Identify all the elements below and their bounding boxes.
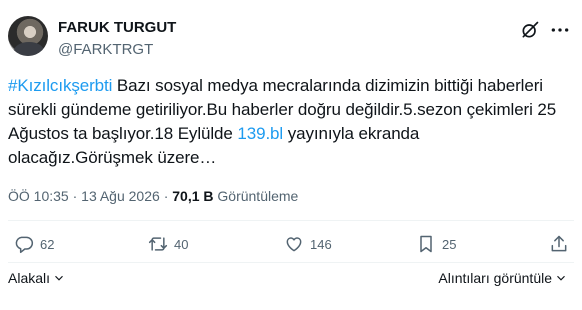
tweet-text: #Kızılcıkşerbti Bazı sosyal medya mecral… [8,74,568,170]
tweet-meta: ÖÖ 10:35 · 13 Ağu 2026 · 70,1 B Görüntül… [8,186,298,206]
grok-icon[interactable] [520,20,540,40]
author-names: FARUK TURGUT @FARKTRGT [58,18,176,60]
meta-separator: · [72,188,78,204]
like-icon [286,237,302,252]
author-handle[interactable]: @FARKTRGT [58,40,176,60]
divider [8,262,574,263]
repost-icon [148,237,168,251]
action-bar: 62 40 146 25 [8,232,574,256]
quotes-label: Alıntıları görüntüle [438,270,552,286]
author-display-name[interactable]: FARUK TURGUT [58,18,176,38]
related-dropdown[interactable]: Alakalı [8,270,66,286]
reply-button[interactable]: 62 [14,232,54,256]
bookmark-button[interactable]: 25 [416,232,456,256]
bookmark-count: 25 [442,236,457,252]
related-label: Alakalı [8,270,51,286]
share-icon [551,235,567,252]
like-count: 146 [310,236,332,252]
bookmark-icon [420,235,432,253]
hashtag-link[interactable]: #Kızılcıkşerbti [8,76,112,95]
views-label: Görüntüleme [217,188,299,204]
tweet-header: FARUK TURGUT @FARKTRGT [8,14,570,62]
reply-icon [15,236,34,254]
reply-count: 62 [40,236,55,252]
tweet-footer: Alakalı Alıntıları görüntüle [8,268,568,290]
chevron-down-icon [557,275,565,281]
tweet-date[interactable]: 13 Ağu 2026 [81,188,160,204]
share-button[interactable] [549,232,569,256]
repost-count: 40 [174,236,189,252]
tweet-time[interactable]: ÖÖ 10:35 [8,188,69,204]
meta-separator: · [163,188,169,204]
views-count: 70,1 B [172,188,214,204]
divider [8,220,574,221]
view-quotes-link[interactable]: Alıntıları görüntüle [438,270,568,286]
more-icon[interactable] [550,20,570,40]
chevron-down-icon [55,275,63,281]
like-button[interactable]: 146 [284,232,332,256]
repost-button[interactable]: 40 [148,232,188,256]
avatar[interactable] [8,16,48,56]
inline-link[interactable]: 139.bl [237,124,283,143]
